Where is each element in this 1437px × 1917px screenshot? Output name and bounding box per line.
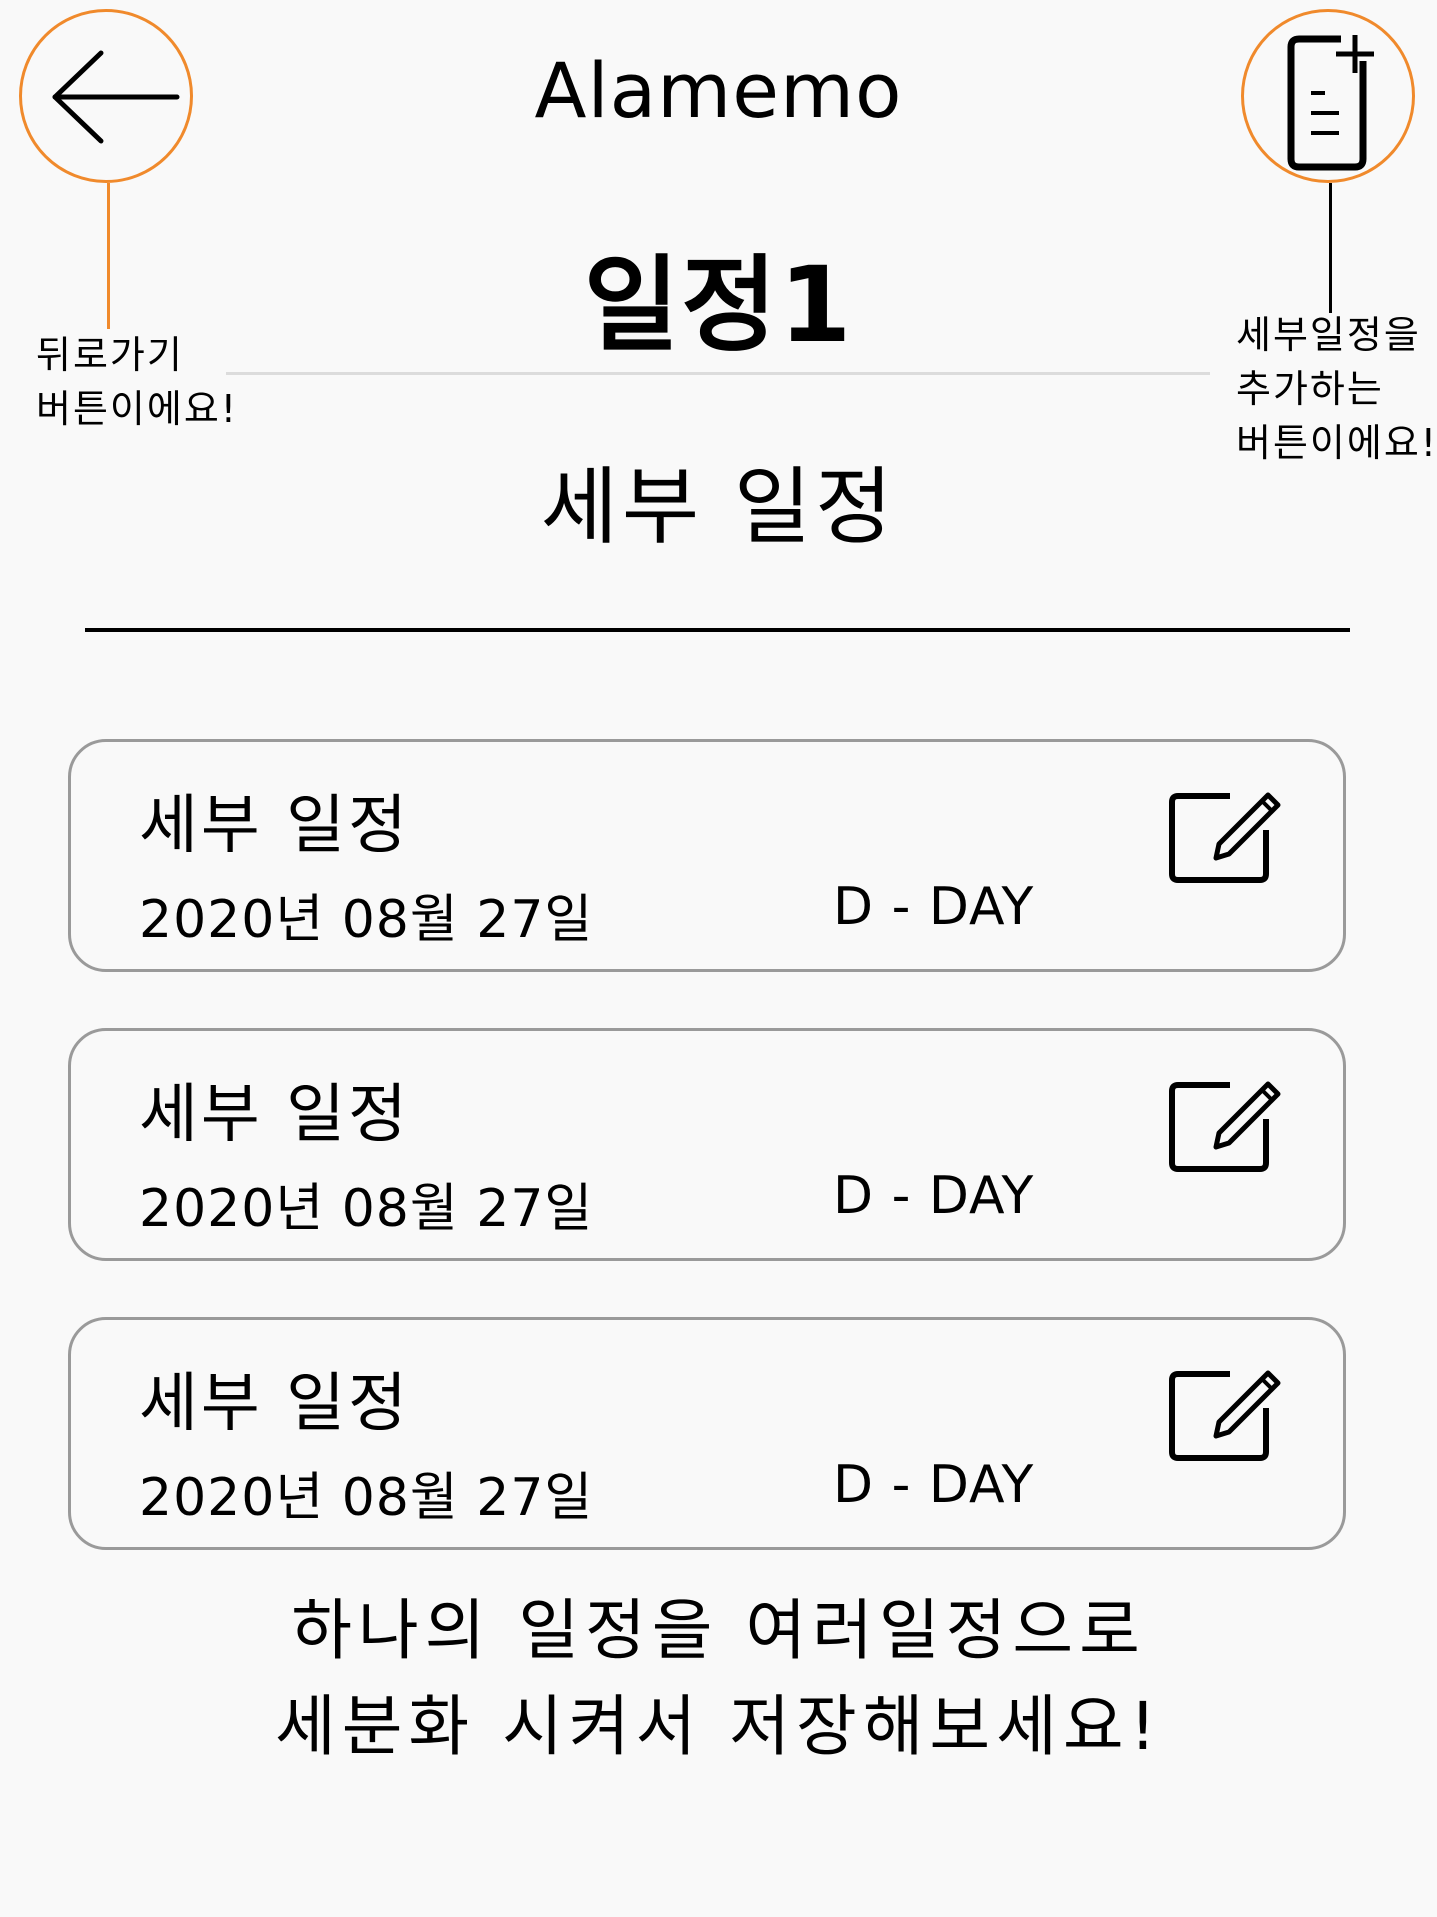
header-divider bbox=[226, 372, 1210, 375]
card-title: 세부 일정 bbox=[139, 1078, 410, 1152]
subschedule-card[interactable]: 세부 일정 2020년 08월 27일 D - DAY bbox=[68, 739, 1346, 972]
footer-line: 하나의 일정을 여러일정으로 bbox=[291, 1592, 1146, 1669]
card-date: 2020년 08월 27일 bbox=[139, 1179, 594, 1239]
edit-button[interactable] bbox=[1164, 1358, 1284, 1478]
footer-message: 하나의 일정을 여러일정으로 세분화 시켜서 저장해보세요! bbox=[0, 1583, 1437, 1775]
card-title: 세부 일정 bbox=[139, 1367, 410, 1441]
card-dday: D - DAY bbox=[833, 1166, 1035, 1226]
edit-icon bbox=[1169, 792, 1281, 883]
card-dday: D - DAY bbox=[833, 877, 1035, 937]
edit-icon bbox=[1169, 1370, 1281, 1461]
annotation-line: 버튼이에요! bbox=[36, 387, 239, 431]
card-dday: D - DAY bbox=[833, 1455, 1035, 1515]
section-title: 세부 일정 bbox=[540, 458, 897, 556]
document-add-icon bbox=[1287, 35, 1374, 171]
footer-line: 세분화 시켜서 저장해보세요! bbox=[274, 1688, 1163, 1765]
edit-icon bbox=[1169, 1081, 1281, 1172]
app-title: Alamemo bbox=[534, 46, 903, 135]
edit-button[interactable] bbox=[1164, 1069, 1284, 1189]
edit-button[interactable] bbox=[1164, 780, 1284, 900]
card-date: 2020년 08월 27일 bbox=[139, 890, 594, 950]
section-divider bbox=[85, 628, 1350, 632]
subschedule-card[interactable]: 세부 일정 2020년 08월 27일 D - DAY bbox=[68, 1317, 1346, 1550]
card-date: 2020년 08월 27일 bbox=[139, 1468, 594, 1528]
page-title: 일정1 bbox=[583, 244, 854, 366]
subschedule-card[interactable]: 세부 일정 2020년 08월 27일 D - DAY bbox=[68, 1028, 1346, 1261]
card-title: 세부 일정 bbox=[139, 789, 410, 863]
add-subschedule-button[interactable] bbox=[1241, 9, 1415, 183]
